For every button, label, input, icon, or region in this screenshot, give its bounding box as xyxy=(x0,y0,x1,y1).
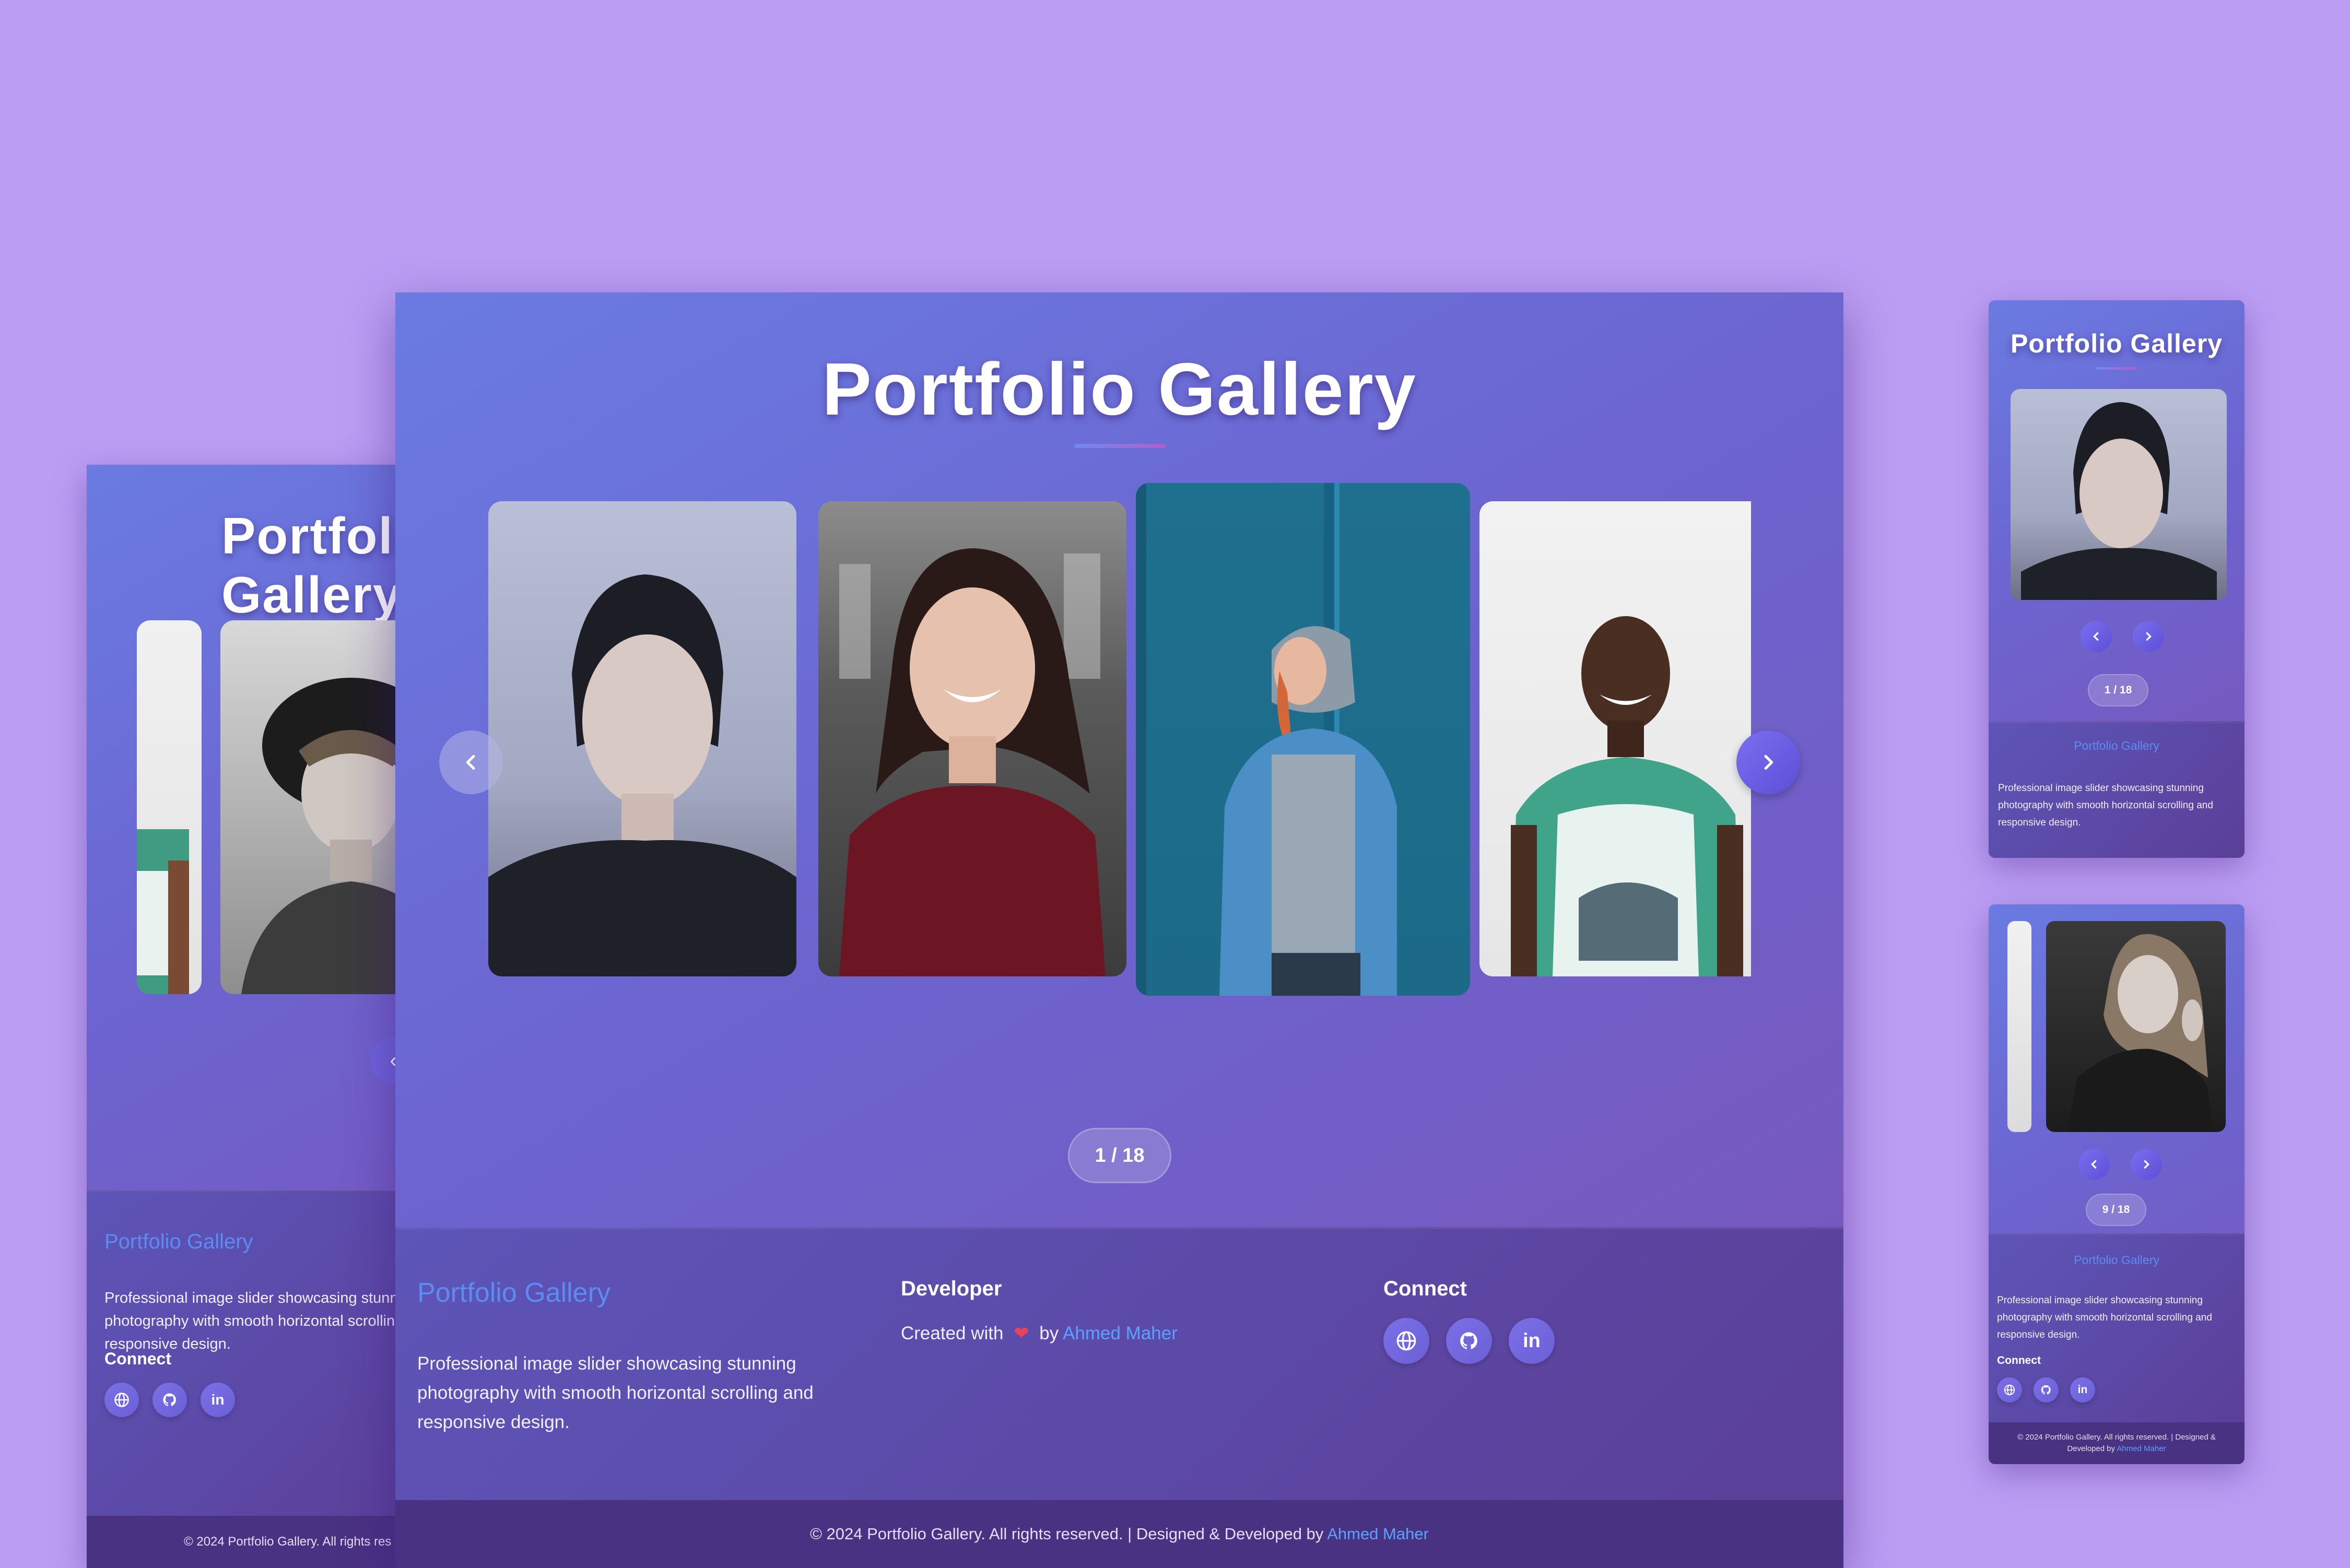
left-website-link[interactable] xyxy=(104,1383,139,1417)
mobile-2-connect-heading: Connect xyxy=(1997,1354,2041,1366)
mobile-2-prev-button[interactable] xyxy=(2078,1149,2110,1180)
copyright-text: © 2024 Portfolio Gallery. All rights res… xyxy=(810,1525,1324,1543)
title-underline xyxy=(1074,444,1166,448)
social-row: in xyxy=(1383,1318,1555,1364)
left-copyright: © 2024 Portfolio Gallery. All rights res xyxy=(184,1535,392,1549)
linkedin-icon: in xyxy=(211,1392,225,1408)
mobile-2-github-link[interactable] xyxy=(2034,1377,2059,1402)
left-footer-connect-heading: Connect xyxy=(104,1349,171,1368)
mobile-1-photo[interactable] xyxy=(2011,389,2227,600)
mobile-preview-frame-1: Portfolio Gallery 1 / 18 Portfolio Galle… xyxy=(1989,300,2245,858)
left-bottom-bar: © 2024 Portfolio Gallery. All rights res xyxy=(87,1516,410,1568)
github-icon xyxy=(2041,1385,2051,1395)
left-photo-hat-man xyxy=(220,620,410,994)
mobile-2-social-row: in xyxy=(1997,1377,2095,1402)
mobile-2-footer-brand: Portfolio Gallery xyxy=(2074,1253,2159,1267)
left-footer-brand: Portfolio Gallery xyxy=(104,1230,253,1253)
left-footer: Portfolio Gallery Professional image sli… xyxy=(87,1190,410,1568)
developer-heading: Developer xyxy=(901,1277,1002,1300)
chevron-left-icon xyxy=(2093,632,2099,641)
photo-hoodie-woman[interactable] xyxy=(1136,483,1470,996)
chevron-left-icon xyxy=(466,754,475,770)
slide-counter: 1 / 18 xyxy=(1068,1128,1171,1183)
mobile-1-title-underline xyxy=(2096,367,2136,370)
bottom-bar: © 2024 Portfolio Gallery. All rights res… xyxy=(395,1500,1843,1568)
mobile-2-linkedin-link[interactable]: in xyxy=(2070,1377,2095,1402)
page-title: Portfolio Gallery xyxy=(822,348,1417,431)
globe-icon xyxy=(114,1393,129,1407)
main-preview-frame: Portfolio Gallery 1 / 18 Portfolio Galle… xyxy=(395,292,1843,1568)
by-text: by xyxy=(1039,1323,1059,1343)
chevron-right-icon xyxy=(2146,632,2152,641)
mobile-1-footer-description: Professional image slider showcasing stu… xyxy=(1998,783,2213,828)
prev-button[interactable] xyxy=(439,730,503,794)
mobile-2-footer-description: Professional image slider showcasing stu… xyxy=(1997,1295,2212,1340)
chevron-right-icon xyxy=(1764,754,1773,770)
left-preview-frame: Portfolio Gallery ‹ Portfolio Gallery Pr… xyxy=(87,465,410,1568)
left-github-link[interactable] xyxy=(152,1383,187,1417)
mobile-2-footer: Portfolio Gallery Professional image sli… xyxy=(1989,1233,2245,1422)
chevron-right-icon xyxy=(2144,1160,2149,1169)
github-link[interactable] xyxy=(1446,1318,1492,1364)
photo-smiling-woman[interactable] xyxy=(818,501,1126,976)
globe-icon xyxy=(1396,1331,1416,1351)
left-social-row: in xyxy=(104,1383,235,1417)
footer-description: Professional image slider showcasing stu… xyxy=(417,1353,814,1432)
mobile-2-copyright-author-link[interactable]: Ahmed Maher xyxy=(2117,1444,2166,1453)
left-footer-description: Professional image slider showcasing stu… xyxy=(104,1290,410,1352)
mobile-2-copyright-line2: Developed by Ahmed Maher xyxy=(1989,1443,2245,1455)
linkedin-icon: in xyxy=(1523,1329,1541,1352)
connect-heading: Connect xyxy=(1383,1277,1467,1300)
left-page-title: Portfolio Gallery xyxy=(221,507,410,623)
photo-woman-portrait[interactable] xyxy=(488,501,796,976)
heart-icon: ❤ xyxy=(1014,1323,1029,1343)
mobile-1-page-title: Portfolio Gallery xyxy=(2011,329,2223,358)
copyright-author-link[interactable]: Ahmed Maher xyxy=(1327,1525,1429,1543)
footer-brand: Portfolio Gallery xyxy=(417,1278,610,1308)
mobile-2-photo-partial xyxy=(2007,921,2031,1132)
footer: Portfolio Gallery Professional image sli… xyxy=(395,1227,1843,1500)
mobile-preview-frame-2: 9 / 18 Portfolio Gallery Professional im… xyxy=(1989,904,2245,1464)
photo-smiling-man[interactable] xyxy=(1479,501,1751,976)
linkedin-link[interactable]: in xyxy=(1509,1318,1555,1364)
mobile-1-next-button[interactable] xyxy=(2133,621,2164,652)
website-link[interactable] xyxy=(1383,1318,1429,1364)
next-button[interactable] xyxy=(1736,730,1800,794)
mobile-1-footer-brand: Portfolio Gallery xyxy=(2074,739,2159,752)
author-link[interactable]: Ahmed Maher xyxy=(1063,1323,1178,1343)
mobile-2-bottom-bar: © 2024 Portfolio Gallery. All rights res… xyxy=(1989,1422,2245,1464)
left-photo-partial xyxy=(137,620,202,994)
mobile-2-photo[interactable] xyxy=(2046,921,2226,1132)
github-icon xyxy=(163,1393,176,1406)
mobile-1-prev-button[interactable] xyxy=(2081,621,2112,652)
mobile-1-slide-counter: 1 / 18 xyxy=(2088,674,2148,706)
github-icon xyxy=(1460,1332,1477,1349)
globe-icon xyxy=(2004,1384,2015,1396)
mobile-1-footer: Portfolio Gallery Professional image sli… xyxy=(1989,721,2245,858)
mobile-2-copyright-line1: © 2024 Portfolio Gallery. All rights res… xyxy=(2017,1433,2216,1442)
developer-credit: Created with ❤ by Ahmed Maher xyxy=(901,1323,1178,1344)
linkedin-icon: in xyxy=(2077,1384,2088,1396)
left-linkedin-link[interactable]: in xyxy=(201,1383,235,1417)
mobile-2-next-button[interactable] xyxy=(2131,1149,2162,1180)
created-with-text: Created with xyxy=(901,1323,1004,1343)
chevron-left-icon xyxy=(2091,1160,2097,1169)
mobile-2-website-link[interactable] xyxy=(1997,1377,2022,1402)
mobile-2-slide-counter: 9 / 18 xyxy=(2086,1194,2146,1226)
mobile-2-copyright-prefix: Developed by xyxy=(2067,1444,2116,1453)
